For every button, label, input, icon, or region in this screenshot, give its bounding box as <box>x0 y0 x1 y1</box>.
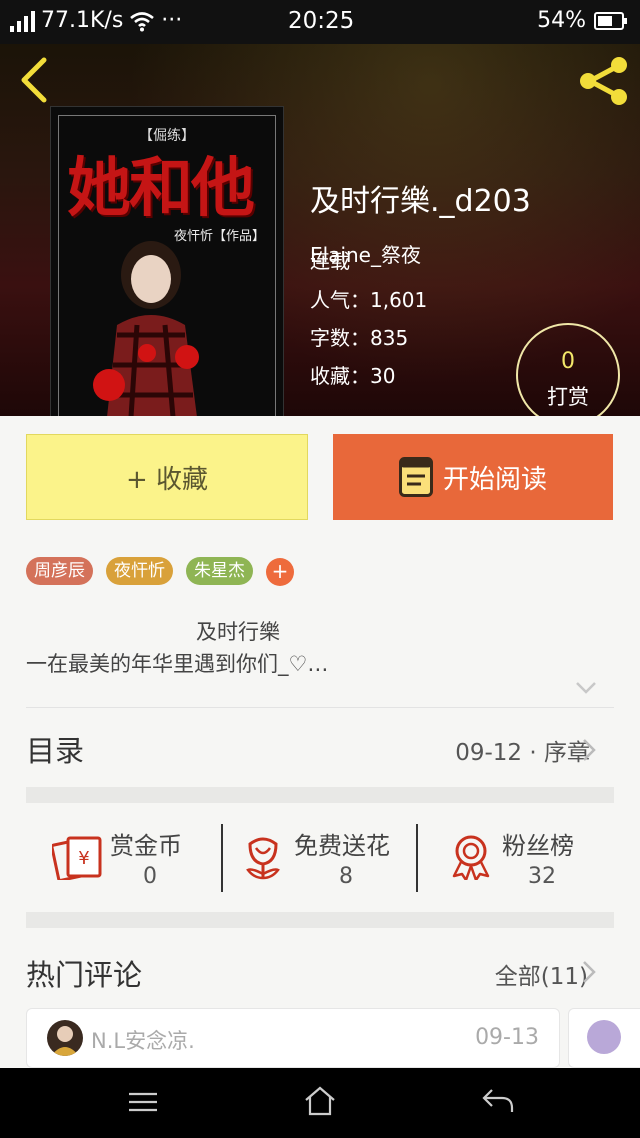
coin-reward-label: 赏金币 <box>110 832 182 860</box>
reward-count: 0 <box>561 349 575 374</box>
chevron-right-icon[interactable] <box>582 738 596 762</box>
chevron-right-icon[interactable] <box>582 960 596 984</box>
book-status: 连载 <box>310 249 350 273</box>
back-nav-icon[interactable] <box>482 1088 514 1114</box>
section-band <box>26 787 614 803</box>
book-header: 【倔练】 她和他 夜忓忻【作品】 及时行樂._d203 Elaine_祭夜 连载… <box>0 44 640 416</box>
comment-date: 09-13 <box>475 1025 539 1050</box>
fan-ranking-stat[interactable]: 粉丝榜 32 <box>450 822 590 892</box>
clock: 20:25 <box>288 8 355 34</box>
coin-envelope-icon: ¥ <box>52 836 102 880</box>
fan-ranking-label: 粉丝榜 <box>502 832 574 860</box>
battery-icon <box>594 11 627 30</box>
start-reading-button[interactable]: 开始阅读 <box>333 434 613 520</box>
start-reading-label: 开始阅读 <box>442 464 547 495</box>
intro-line-2: 一在最美的年华里遇到你们_♡… <box>26 652 329 676</box>
back-icon[interactable] <box>14 56 54 104</box>
avatar <box>47 1020 83 1056</box>
home-icon[interactable] <box>304 1086 336 1116</box>
book-cover[interactable]: 【倔练】 她和他 夜忓忻【作品】 <box>50 106 284 416</box>
comment-card[interactable]: N.L安念凉. 09-13 <box>26 1008 560 1068</box>
medal-icon <box>452 835 490 880</box>
favorites-label: 收藏： <box>310 364 370 388</box>
free-flower-label: 免费送花 <box>294 832 390 860</box>
battery-percent: 54% <box>537 8 586 33</box>
svg-text:¥: ¥ <box>78 848 89 869</box>
stat-separator <box>221 824 223 892</box>
hot-comments-title: 热门评论 <box>26 958 143 992</box>
toc-title[interactable]: 目录 <box>26 728 84 770</box>
toc-latest[interactable]: 09-12 · 序章 <box>455 733 590 767</box>
free-flower-value: 8 <box>339 864 353 889</box>
signal-icon <box>10 10 35 32</box>
favorites-row: 收藏：30 <box>310 360 395 389</box>
flower-icon <box>246 837 280 880</box>
section-band <box>26 912 614 928</box>
wifi-icon <box>130 11 155 31</box>
word-count-value: 835 <box>370 326 409 350</box>
share-icon[interactable] <box>578 56 630 106</box>
popularity-label: 人气： <box>310 288 370 312</box>
reward-button[interactable]: 0 打赏 <box>516 323 620 416</box>
fan-ranking-value: 32 <box>528 864 556 889</box>
tag-item[interactable]: 夜忓忻 <box>106 557 173 585</box>
popularity-row: 人气：1,601 <box>310 284 427 313</box>
tag-item[interactable]: 周彦辰 <box>26 557 93 585</box>
menu-icon[interactable] <box>128 1091 158 1113</box>
tag-item[interactable]: 朱星杰 <box>186 557 253 585</box>
comment-user: N.L安念凉. <box>91 1029 195 1053</box>
status-left: 77.1K/s ··· <box>10 8 182 33</box>
free-flower-stat[interactable]: 免费送花 8 <box>244 822 414 892</box>
coin-reward-stat[interactable]: ¥ 赏金币 0 <box>52 822 212 892</box>
status-right: 54% <box>537 8 628 33</box>
reward-label: 打赏 <box>547 385 589 409</box>
system-nav-bar <box>0 1068 640 1138</box>
word-count-label: 字数： <box>310 326 370 350</box>
favorites-value: 30 <box>370 364 396 388</box>
collect-button[interactable]: + 收藏 <box>26 434 308 520</box>
word-count-row: 字数：835 <box>310 322 408 351</box>
network-speed: 77.1K/s <box>41 8 124 33</box>
stat-separator <box>416 824 418 892</box>
divider <box>26 707 614 708</box>
cover-title: 她和他 <box>67 151 255 226</box>
book-icon <box>398 457 433 497</box>
intro-line-1: 及时行樂 <box>196 620 280 644</box>
add-tag-button[interactable]: + <box>266 558 294 586</box>
more-status-icon: ··· <box>161 8 183 33</box>
coin-reward-value: 0 <box>143 864 157 889</box>
cover-illustration <box>93 241 199 416</box>
avatar <box>587 1020 621 1054</box>
all-comments-link[interactable]: 全部(11) <box>495 957 588 991</box>
comment-card[interactable] <box>568 1008 640 1068</box>
popularity-value: 1,601 <box>370 288 428 312</box>
book-title: 及时行樂._d203 <box>310 184 531 219</box>
status-bar: 77.1K/s ··· 20:25 54% <box>0 0 640 44</box>
chevron-down-icon[interactable] <box>575 680 597 696</box>
